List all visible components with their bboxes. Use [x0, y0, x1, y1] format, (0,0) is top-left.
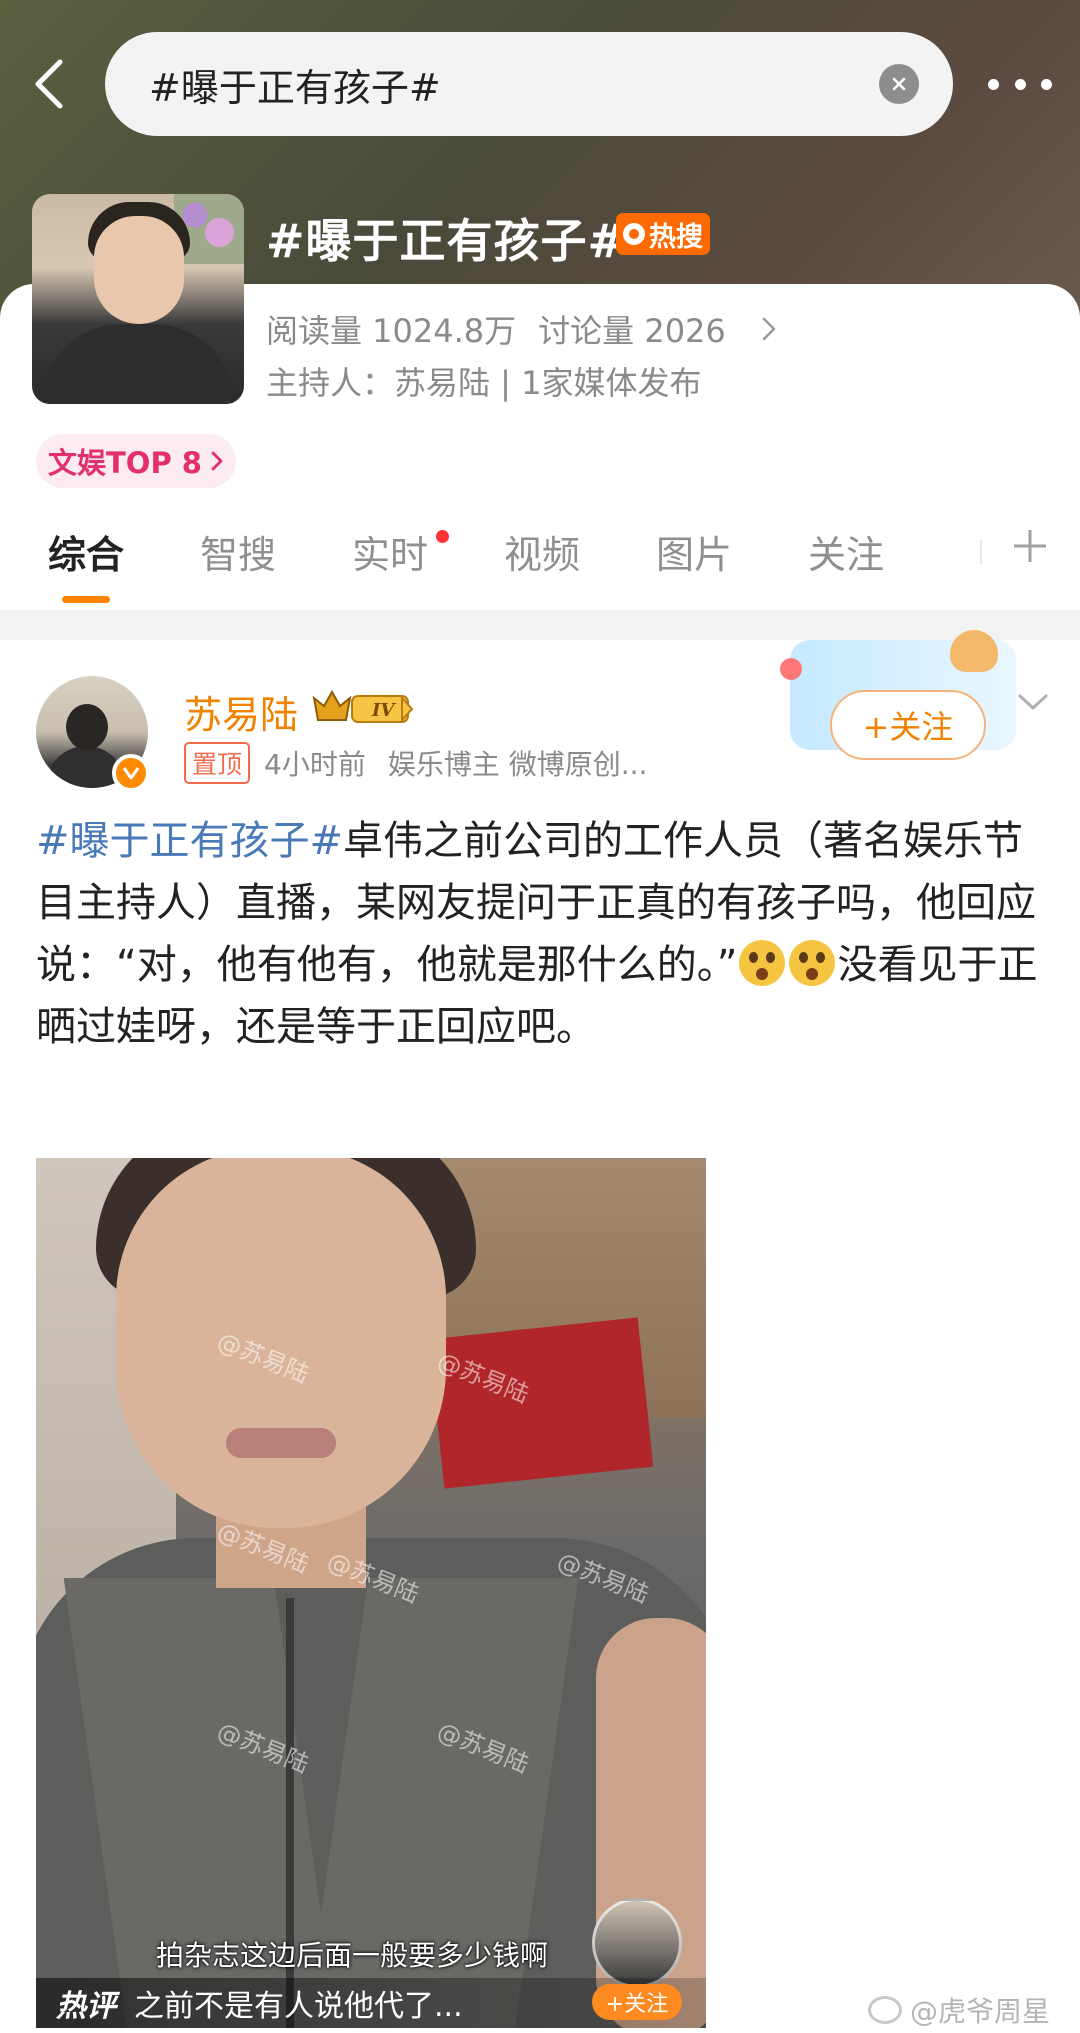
svg-text:IV: IV — [371, 700, 396, 721]
active-tab-indicator — [62, 596, 110, 603]
pinned-badge: 置顶 — [184, 742, 251, 784]
chevron-right-icon — [762, 317, 776, 341]
video-subtitle: 拍杂志这边后面一般要多少钱啊 — [156, 1939, 549, 1972]
tab-realtime[interactable]: 实时 — [352, 524, 428, 579]
tab-video[interactable]: 视频 — [504, 524, 580, 579]
footer-watermark-text: @虎爷周星 — [910, 1995, 1051, 2028]
search-input[interactable]: #曝于正有孩子# — [105, 32, 953, 136]
more-dot-icon — [988, 78, 999, 90]
verified-icon — [112, 754, 150, 792]
author-name[interactable]: 苏易陆 — [184, 684, 298, 739]
follow-button[interactable]: +关注 — [830, 690, 986, 760]
topic-host-avatar[interactable] — [32, 194, 244, 404]
flushed-face-icon — [739, 940, 786, 986]
more-options-button[interactable] — [988, 70, 1052, 98]
hot-badge-label: 热搜 — [649, 221, 703, 253]
post-body: #曝于正有孩子#卓伟之前公司的工作人员（著名娱乐节目主持人）直播，某网友提问于正… — [36, 810, 1046, 1058]
tab-following[interactable]: 关注 — [808, 524, 884, 579]
tab-bar: 综合 智搜 实时 视频 图片 关注 — [0, 524, 1080, 610]
post-hashtag-link[interactable]: #曝于正有孩子# — [36, 818, 343, 864]
topic-title: #曝于正有孩子# — [266, 214, 628, 268]
add-tab-button[interactable] — [1010, 526, 1050, 566]
hot-comment-label: 热评 — [56, 1989, 116, 2024]
chevron-down-icon — [1018, 694, 1048, 710]
crown-level-icon: IV — [312, 689, 414, 723]
video-author-avatar[interactable] — [592, 1898, 682, 1988]
search-query[interactable]: #曝于正有孩子# — [149, 57, 879, 112]
post-source: 娱乐博主 微博原创... — [387, 748, 648, 781]
tab-images[interactable]: 图片 — [656, 524, 732, 579]
post-meta: 置顶 4小时前 娱乐博主 微博原创... — [184, 742, 647, 784]
hot-comment-text: 之前不是有人说他代了... — [134, 1989, 463, 2024]
plus-icon — [1014, 530, 1046, 562]
post-video[interactable]: @苏易陆 @苏易陆 @苏易陆 @苏易陆 @苏易陆 @苏易陆 @苏易陆 拍杂志这边… — [36, 1158, 706, 2028]
more-dot-icon — [1014, 78, 1026, 90]
video-follow-button[interactable]: +关注 — [592, 1984, 682, 2020]
weibo-logo-icon — [868, 1996, 902, 2024]
more-dot-icon — [1041, 78, 1052, 90]
footer-watermark: @虎爷周星 — [868, 1990, 1050, 2030]
rank-badge[interactable]: 文娱TOP 8 — [36, 434, 236, 488]
clear-search-button[interactable] — [879, 64, 919, 104]
rank-label: 文娱TOP 8 — [48, 446, 202, 480]
top-bar: #曝于正有孩子# — [0, 0, 1080, 170]
dog-mascot-icon — [950, 630, 998, 672]
hot-search-badge: 热搜 — [616, 213, 710, 255]
back-button[interactable] — [26, 54, 72, 114]
section-divider — [0, 610, 1080, 640]
close-icon — [892, 77, 906, 91]
chevron-right-icon — [211, 451, 223, 471]
read-count: 阅读量 1024.8万 — [266, 312, 517, 350]
discussion-count: 讨论量 2026 — [538, 312, 726, 350]
flushed-face-icon — [789, 940, 836, 986]
tab-comprehensive[interactable]: 综合 — [48, 524, 124, 579]
topic-stats[interactable]: 阅读量 1024.8万 讨论量 2026 — [266, 306, 776, 352]
hot-icon — [623, 223, 645, 245]
topic-host-info[interactable]: 主持人：苏易陆 | 1家媒体发布 — [266, 358, 702, 404]
tab-smart-search[interactable]: 智搜 — [200, 524, 276, 579]
tab-divider — [980, 540, 982, 564]
post-time: 4小时前 — [264, 748, 366, 781]
new-content-dot — [436, 530, 449, 543]
post-menu-button[interactable] — [1016, 690, 1050, 714]
back-arrow-icon — [35, 59, 63, 109]
